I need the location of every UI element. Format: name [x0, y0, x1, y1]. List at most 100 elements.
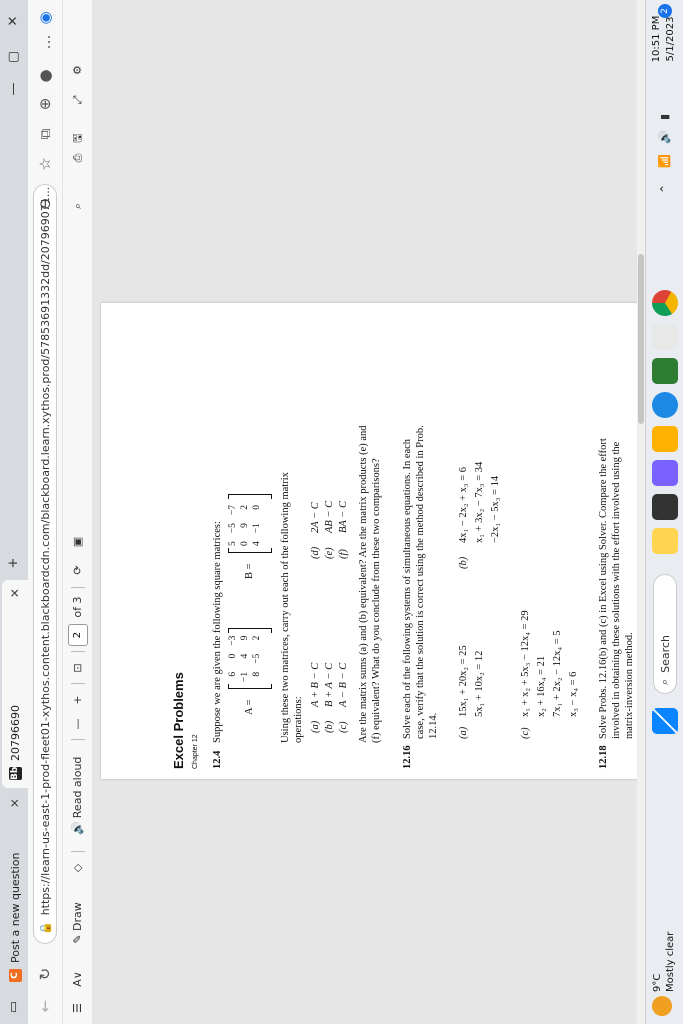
- battery-icon[interactable]: ▮: [658, 114, 671, 120]
- volume-icon[interactable]: 🔊: [658, 130, 671, 144]
- task-view-icon[interactable]: [652, 494, 678, 520]
- problem-text: Using these two matrices, carry out each…: [280, 472, 291, 743]
- save-icon[interactable]: 🖫: [68, 128, 88, 148]
- maximize-button[interactable]: ▢: [4, 42, 24, 72]
- read-aloud-button[interactable]: 🔊 Read aloud: [68, 748, 88, 844]
- store-icon[interactable]: [652, 358, 678, 384]
- new-tab-button[interactable]: +: [4, 548, 24, 578]
- page-title: Excel Problems: [171, 672, 186, 769]
- problem-text: (f) equivalent? What do you conclude fro…: [371, 458, 382, 743]
- copilot-icon[interactable]: ◉: [34, 6, 56, 30]
- system-label: (a): [458, 726, 469, 739]
- matrix-cell: −7: [228, 505, 238, 516]
- matrix-cell: 4: [240, 653, 250, 659]
- zoom-icon[interactable]: ⊖: [34, 192, 56, 216]
- chrome-icon[interactable]: [652, 290, 678, 316]
- page-total: of 3: [71, 596, 84, 618]
- mail-icon[interactable]: [652, 324, 678, 350]
- address-bar: ← ↻ 🔒 https://learn-us-east-1-prod-fleet…: [28, 0, 62, 1024]
- horizontal-scrollbar[interactable]: [637, 0, 645, 1024]
- search-icon: ⌕: [658, 678, 671, 685]
- matrix-cell: 0: [228, 653, 238, 659]
- matrix-b: 5 −5 −7 0 9 2 4 −1 0: [226, 500, 264, 551]
- problem-text: Solve Probs. 12.16(b) and (c) in Excel u…: [598, 438, 609, 739]
- weather-widget[interactable]: 9°C Mostly clear: [651, 932, 677, 992]
- collections-icon[interactable]: ⧉: [34, 122, 56, 146]
- close-window-button[interactable]: ✕: [4, 6, 24, 36]
- equation: x₃ − x₄ = 6: [568, 671, 579, 717]
- profile-avatar[interactable]: ●: [34, 64, 56, 88]
- tab-blackboard[interactable]: Bb 20796690 ✕: [2, 580, 28, 788]
- favorite-star-icon[interactable]: ☆: [34, 152, 56, 176]
- problem-text: matrix-inversion method.: [624, 632, 635, 739]
- tab-post-question[interactable]: C Post a new question ✕: [2, 790, 28, 990]
- matrix-cell: 5: [228, 541, 238, 546]
- scrollbar-thumb[interactable]: [638, 254, 644, 424]
- divider: [71, 851, 85, 852]
- matrix-cell: −1: [240, 671, 250, 682]
- wifi-icon[interactable]: 📶: [658, 154, 671, 168]
- zoom-out-button[interactable]: —: [68, 714, 88, 734]
- extensions-icon[interactable]: ⊕: [34, 92, 56, 116]
- edge-icon[interactable]: [652, 392, 678, 418]
- sidebar-toggle-icon[interactable]: ▭: [4, 992, 24, 1022]
- equation: x₁ + x₂ + 5x₃ − 12x₄ = 29: [520, 610, 531, 717]
- op-label: (c): [338, 721, 349, 733]
- matrix-a: 6 0 −3 −1 4 9 8 −5 2: [226, 631, 264, 687]
- chegg-favicon-icon: C: [8, 969, 22, 982]
- refresh-icon[interactable]: ↻: [34, 962, 56, 986]
- taskbar: 9°C Mostly clear ⌕ Search ⌃ 📶 🔊 ▮ 10:51 …: [645, 0, 683, 1024]
- close-tab-icon[interactable]: ✕: [8, 588, 22, 598]
- lock-icon: 🔒: [38, 921, 52, 935]
- start-button[interactable]: [652, 708, 678, 734]
- teams-icon[interactable]: [652, 460, 678, 486]
- problem-number: 12.16: [402, 745, 413, 769]
- draw-label: Draw: [71, 902, 84, 932]
- pdf-page: Excel Problems Chapter 12 12.4 Suppose w…: [101, 303, 644, 779]
- taskbar-search[interactable]: ⌕ Search: [653, 574, 677, 694]
- close-tab-icon[interactable]: ✕: [8, 798, 22, 808]
- equation: 4x₁ − 2x₂ + x₃ = 6: [458, 467, 469, 543]
- equation: x₂ + 16x₄ = 21: [536, 655, 547, 717]
- notification-badge[interactable]: 2: [658, 4, 672, 18]
- settings-icon[interactable]: ⚙: [68, 60, 88, 80]
- weather-desc: Mostly clear: [665, 931, 676, 992]
- divider: [71, 683, 85, 684]
- problem-text: Are the matrix sums (a) and (b) equivale…: [358, 425, 369, 743]
- matrix-cell: 4: [252, 541, 262, 546]
- file-explorer-icon[interactable]: [652, 528, 678, 554]
- url-field[interactable]: 🔒 https://learn-us-east-1-prod-fleet01-x…: [33, 184, 57, 944]
- equation: 15x₁ + 20x₂ = 25: [458, 645, 469, 717]
- search-pdf-icon[interactable]: ⌕: [68, 196, 88, 216]
- matrix-cell: −1: [252, 523, 262, 534]
- tray-chevron-icon[interactable]: ⌃: [658, 184, 672, 194]
- eraser-icon[interactable]: ◇: [68, 858, 88, 878]
- back-icon[interactable]: ←: [34, 994, 56, 1018]
- problem-text: Solve each of the following systems of s…: [402, 438, 413, 739]
- tab-bar: ▭ C Post a new question ✕ Bb 20796690 ✕ …: [0, 0, 28, 1024]
- two-page-icon[interactable]: ▣: [68, 532, 88, 552]
- fullscreen-icon[interactable]: ⤢: [68, 90, 88, 110]
- matrix-cell: −3: [228, 635, 238, 646]
- matrix-cell: 8: [252, 671, 262, 677]
- minimize-button[interactable]: —: [4, 74, 24, 104]
- pdf-viewer: Excel Problems Chapter 12 12.4 Suppose w…: [92, 0, 645, 1024]
- matrix-cell: 9: [240, 523, 250, 528]
- draw-button[interactable]: ✎ Draw: [68, 888, 88, 958]
- divider: [71, 651, 85, 652]
- more-menu-icon[interactable]: …: [34, 30, 56, 54]
- zoom-in-button[interactable]: +: [68, 690, 88, 710]
- fit-page-icon[interactable]: ⊡: [68, 658, 88, 678]
- folder-icon[interactable]: [652, 426, 678, 452]
- print-icon[interactable]: ⎙: [68, 148, 88, 168]
- rotate-icon[interactable]: ⟳: [68, 560, 88, 580]
- equation: −2x₁ − 5x₃ = 14: [490, 475, 501, 543]
- divider: [71, 587, 85, 588]
- page-number-input[interactable]: 2: [68, 624, 88, 646]
- matrix-cell: −5: [252, 653, 262, 664]
- matrix-cell: −5: [228, 523, 238, 534]
- equation: x₁ + 3x₂ − 7x₃ = 34: [474, 461, 485, 543]
- highlight-icon[interactable]: A∨: [68, 968, 88, 990]
- weather-icon[interactable]: [652, 996, 672, 1016]
- contents-icon[interactable]: ☰: [68, 1000, 88, 1016]
